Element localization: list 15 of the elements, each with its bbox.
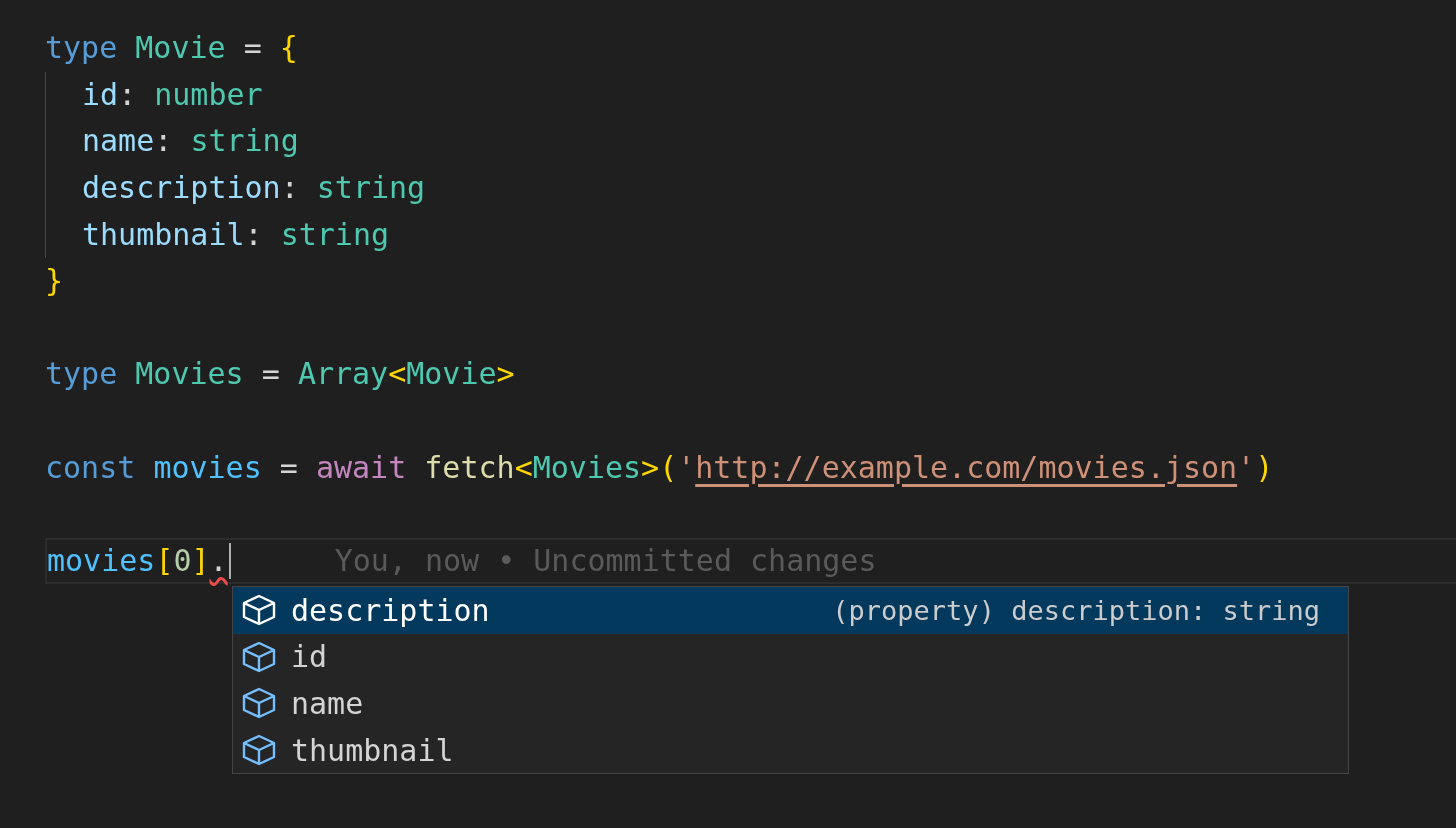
code-line: movies[0]. [47, 542, 231, 579]
code-line: const movies = await fetch<Movies>('http://example.com/movies.json') [45, 449, 1274, 486]
suggestion-item[interactable]: description (property) description: string [233, 587, 1348, 634]
code-line: type Movie = { [45, 30, 298, 67]
suggestion-item[interactable]: name [233, 680, 1348, 727]
blame-annotation: You, now • Uncommitted changes [334, 542, 877, 579]
suggestion-item[interactable]: id [233, 633, 1348, 681]
code-line: description: string [82, 170, 426, 207]
suggestion-item[interactable]: thumbnail [233, 726, 1348, 774]
code-line: name: string [82, 123, 299, 160]
code-line: type Movies = Array<Movie> [45, 356, 515, 393]
code-line: id: number [82, 76, 263, 113]
code-line: } [45, 263, 64, 300]
suggestion-detail: (property) description: string [832, 594, 1320, 626]
code-line: thumbnail: string [82, 216, 390, 253]
